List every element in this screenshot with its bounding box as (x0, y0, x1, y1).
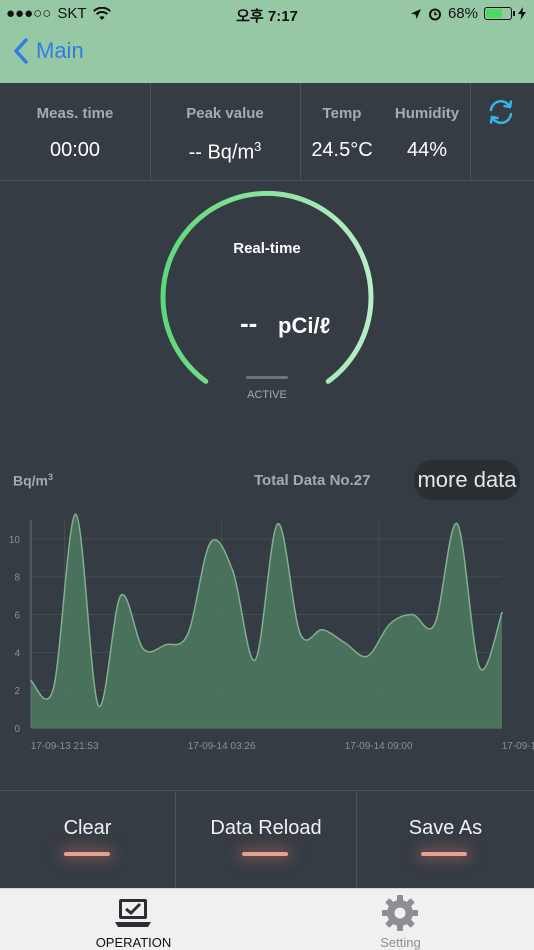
data-reload-underline (242, 852, 288, 856)
meas-time-value: 00:00 (49, 139, 101, 161)
laptop-check-icon (115, 899, 151, 927)
tab-setting[interactable]: Setting (267, 889, 534, 950)
data-point (232, 570, 234, 572)
peak-value-label: Peak value (186, 105, 264, 122)
chart-unit-text: Bq/m (13, 472, 48, 489)
refresh-icon (489, 100, 513, 124)
data-point (411, 613, 414, 616)
humidity-cell: Humidity 44% (384, 83, 470, 181)
data-point (142, 647, 144, 650)
x-tick-label: 17-09-14 14:33 (502, 741, 534, 752)
temp-value: 24.5°C (311, 139, 373, 161)
clear-button[interactable]: Clear (0, 791, 175, 889)
x-tick-label: 17-09-13 21:53 (31, 741, 99, 752)
tab-operation-label: OPERATION (95, 935, 172, 950)
y-tick-label: 0 (14, 724, 20, 735)
gauge-value: -- (240, 308, 258, 338)
more-data-button[interactable]: more data (414, 460, 520, 500)
data-point (433, 623, 436, 625)
data-point (97, 704, 100, 707)
data-point (164, 644, 167, 646)
gauge-status: ACTIVE (247, 389, 287, 401)
chevron-left-icon (14, 38, 28, 64)
data-point (501, 611, 503, 614)
info-row: Meas. time 00:00 Peak value -- Bq/m3 Tem… (0, 83, 534, 181)
alarm-clock-icon (428, 8, 441, 20)
data-point (321, 628, 324, 631)
back-button[interactable]: Main (14, 38, 84, 64)
gauge-unit: pCi/ℓ (278, 313, 331, 338)
data-point (344, 642, 346, 644)
clear-underline (64, 852, 110, 856)
tab-setting-label: Setting (380, 935, 421, 950)
chart-svg: 0 2 4 6 8 10 17-09-13 21:53 17-09-14 03:26 17-09… (9, 513, 534, 752)
data-point (276, 522, 279, 525)
temp-cell: Temp 24.5°C (300, 83, 384, 181)
meas-time-label: Meas. time (36, 105, 114, 122)
humidity-value: 44% (406, 139, 448, 161)
clear-label: Clear (63, 817, 112, 839)
peak-value-cell: Peak value -- Bq/m3 (150, 83, 300, 181)
peak-unit-sup: 3 (254, 139, 262, 154)
nav-bar: Main (0, 28, 534, 83)
battery-percent: 68% (447, 5, 478, 22)
radon-chart: 0 2 4 6 8 10 17-09-13 21:53 17-09-14 03:26 17-09… (0, 506, 534, 756)
y-tick-label: 8 (14, 573, 20, 584)
data-point (30, 679, 32, 682)
data-point (75, 513, 77, 516)
temp-label: Temp (322, 105, 362, 122)
gauge-title: Real-time (233, 240, 301, 257)
data-point (389, 623, 391, 625)
tab-bar: OPERATION Setting (0, 888, 534, 950)
y-tick-label: 10 (9, 535, 21, 546)
y-tick-label: 4 (14, 648, 20, 659)
action-bar: Clear Data Reload Save As (0, 790, 534, 889)
chart-area (31, 514, 502, 728)
back-label: Main (36, 38, 84, 63)
realtime-gauge: Real-time -- pCi/ℓ ACTIVE (150, 190, 384, 401)
save-as-button[interactable]: Save As (357, 791, 534, 889)
data-point (119, 594, 122, 597)
meas-time-cell: Meas. time 00:00 (0, 83, 150, 181)
battery-icon (484, 7, 515, 20)
data-reload-button[interactable]: Data Reload (176, 791, 356, 889)
x-tick-label: 17-09-14 09:00 (345, 741, 413, 752)
data-point (52, 687, 55, 690)
save-as-underline (421, 852, 467, 856)
charging-bolt-icon (518, 7, 526, 20)
y-tick-label: 6 (14, 611, 20, 622)
gear-icon (382, 895, 418, 931)
chart-unit-sup: 3 (48, 472, 54, 482)
x-tick-label: 17-09-14 03:26 (188, 741, 256, 752)
y-tick-label: 2 (14, 686, 20, 697)
data-point (209, 541, 212, 544)
save-as-label: Save As (408, 817, 483, 839)
total-data-label: Total Data No.27 (254, 472, 371, 489)
status-bar: ●●●○○ SKT 오후 7:17 68% (0, 0, 534, 28)
data-reload-label: Data Reload (210, 817, 322, 839)
data-point (366, 655, 369, 657)
data-point (254, 659, 257, 661)
gauge-arc (160, 190, 374, 384)
status-right: 68% (410, 5, 526, 22)
chart-unit-label: Bq/m3 (13, 472, 53, 489)
data-point (478, 666, 481, 669)
data-point (187, 632, 189, 635)
gauge-status-indicator (246, 376, 288, 379)
divider (470, 83, 471, 181)
data-point (299, 632, 301, 635)
peak-value-text: -- Bq/m (188, 141, 255, 164)
humidity-label: Humidity (394, 105, 460, 122)
location-arrow-icon (410, 8, 421, 19)
peak-value: -- Bq/m3 (150, 139, 300, 165)
tab-operation[interactable]: OPERATION (0, 889, 267, 950)
refresh-button[interactable] (484, 95, 518, 129)
data-point (456, 522, 458, 525)
